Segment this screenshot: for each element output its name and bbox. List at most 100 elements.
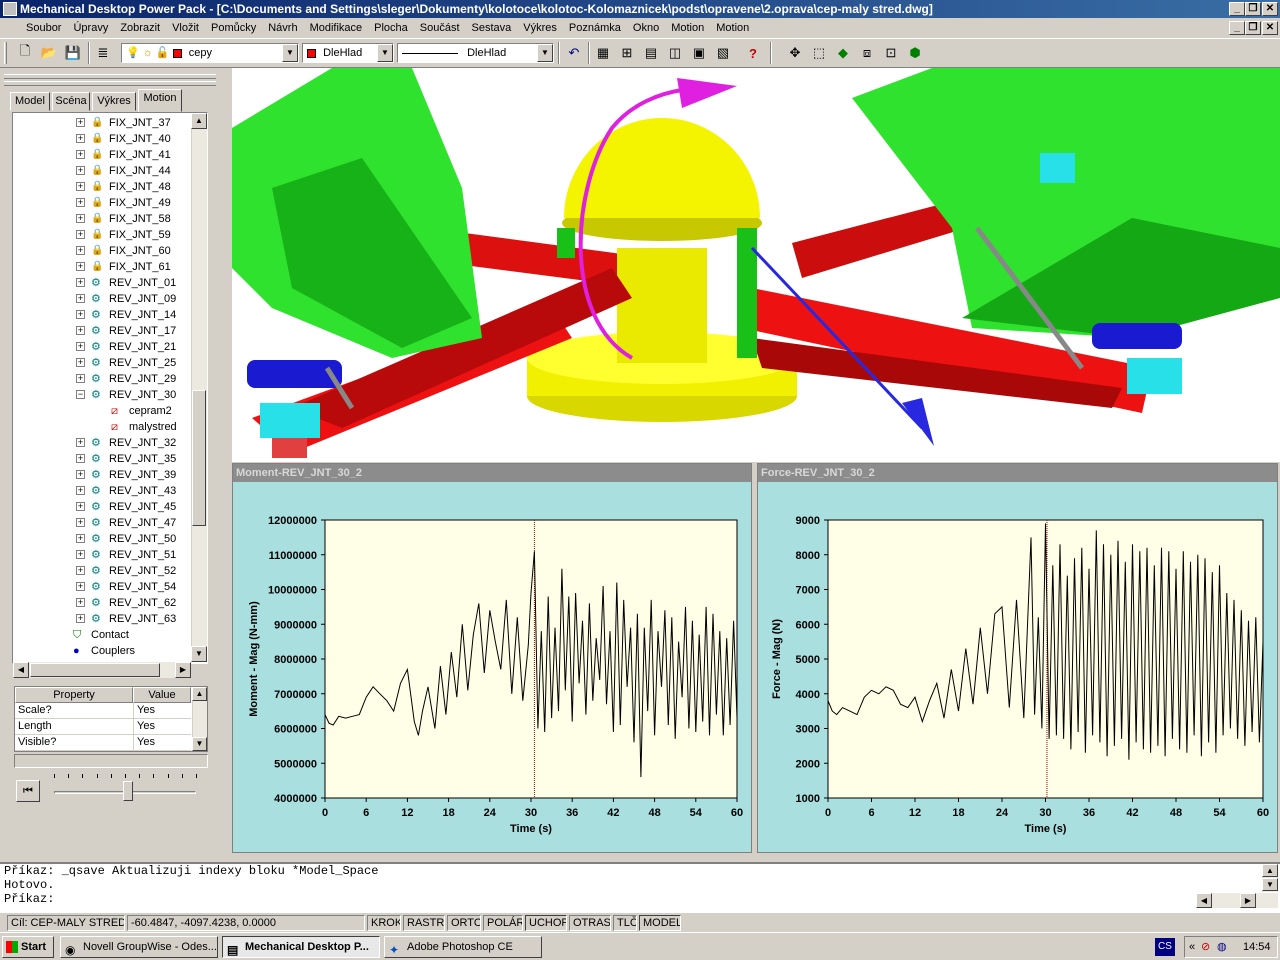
scroll-up-icon[interactable]: ▲: [1262, 864, 1278, 877]
tree-item[interactable]: + ⚙ REV_JNT_17: [13, 323, 191, 339]
panel-grip-2[interactable]: [4, 81, 216, 86]
expand-icon[interactable]: +: [76, 534, 85, 543]
tree-item[interactable]: + ⚙ REV_JNT_25: [13, 355, 191, 371]
tree-item[interactable]: + 🔒 FIX_JNT_49: [13, 195, 191, 211]
task-mechanical-desktop[interactable]: ▤ Mechanical Desktop P...: [222, 936, 380, 958]
menu-upravy[interactable]: Úpravy: [67, 19, 114, 37]
expand-icon[interactable]: +: [76, 246, 85, 255]
tab-vykres[interactable]: Výkres: [92, 92, 136, 111]
toolbar-grip[interactable]: [4, 42, 7, 64]
tree-item[interactable]: + ⚙ REV_JNT_52: [13, 563, 191, 579]
tree-item[interactable]: + ⚙ REV_JNT_63: [13, 611, 191, 627]
cube-icon[interactable]: ⬢: [904, 42, 926, 64]
tree-item[interactable]: + ⚙ REV_JNT_62: [13, 595, 191, 611]
moment-chart-window[interactable]: Moment-REV_JNT_30_2 0 6 12 18 24 30 36 42 48 54 60…: [232, 463, 752, 853]
zoom-window-icon[interactable]: ⬚: [808, 42, 830, 64]
language-indicator[interactable]: CS: [1155, 938, 1175, 956]
panel-grip[interactable]: [4, 74, 216, 79]
doc-minimize-button[interactable]: _: [1229, 21, 1245, 35]
status-polar[interactable]: POLÁR: [483, 915, 523, 931]
tree-item[interactable]: + 🔒 FIX_JNT_60: [13, 243, 191, 259]
tree-item[interactable]: ⧄ cepram2: [13, 403, 191, 419]
command-window[interactable]: Příkaz: _qsave Aktualizuji indexy bloku …: [0, 862, 1280, 912]
menu-navrh[interactable]: Návrh: [262, 19, 303, 37]
expand-icon[interactable]: +: [76, 310, 85, 319]
tab-scena[interactable]: Scéna: [52, 92, 90, 111]
chevron-down-icon[interactable]: ▼: [537, 44, 553, 62]
expand-icon[interactable]: +: [76, 230, 85, 239]
expand-icon[interactable]: +: [76, 214, 85, 223]
doc-restore-button[interactable]: ❐: [1245, 21, 1261, 35]
layer-manager-icon[interactable]: ≣: [92, 42, 114, 64]
collapse-icon[interactable]: −: [76, 390, 85, 399]
tray-app-icon[interactable]: ◍: [1217, 937, 1227, 957]
tree-hscroll-thumb[interactable]: [30, 663, 160, 677]
scroll-left-icon[interactable]: ◀: [13, 662, 29, 678]
expand-icon[interactable]: +: [76, 326, 85, 335]
tree-item[interactable]: + ⚙ REV_JNT_01: [13, 275, 191, 291]
expand-icon[interactable]: +: [76, 294, 85, 303]
status-orto[interactable]: ORTO: [447, 915, 481, 931]
task-groupwise[interactable]: ◉ Novell GroupWise - Odes...: [60, 936, 218, 958]
scroll-left-icon[interactable]: ◀: [1196, 893, 1212, 908]
tree-item[interactable]: ● Couplers: [13, 643, 191, 659]
model-viewport[interactable]: [232, 68, 1280, 462]
menu-plocha[interactable]: Plocha: [368, 19, 414, 37]
menu-sestava[interactable]: Sestava: [466, 19, 518, 37]
tree-item[interactable]: + ⚙ REV_JNT_45: [13, 499, 191, 515]
menu-okno[interactable]: Okno: [627, 19, 665, 37]
chevron-down-icon[interactable]: ▼: [282, 44, 298, 62]
tree-item[interactable]: + ⚙ REV_JNT_43: [13, 483, 191, 499]
restore-button[interactable]: ❐: [1245, 2, 1261, 16]
menu-pomucky[interactable]: Pomůcky: [205, 19, 262, 37]
layer-combo[interactable]: 💡 ☼ 🔓 cepy ▼: [121, 43, 299, 63]
scroll-down-icon[interactable]: ▼: [192, 737, 207, 751]
linetype-combo[interactable]: DleHlad ▼: [397, 43, 554, 63]
start-button[interactable]: Start: [2, 936, 54, 958]
color-combo[interactable]: DleHlad ▼: [302, 43, 394, 63]
prop-value[interactable]: Yes: [133, 735, 191, 751]
command-prompt[interactable]: Příkaz:: [4, 892, 1280, 906]
tree-item[interactable]: + ⚙ REV_JNT_54: [13, 579, 191, 595]
tree-item[interactable]: + 🔒 FIX_JNT_44: [13, 163, 191, 179]
status-otras[interactable]: OTRAS: [569, 915, 611, 931]
status-rastr[interactable]: RASTR: [403, 915, 445, 931]
close-button[interactable]: ✕: [1262, 2, 1278, 16]
status-model[interactable]: MODEL: [639, 915, 681, 931]
match-icon[interactable]: ⊞: [616, 42, 638, 64]
chevron-down-icon[interactable]: ▼: [377, 44, 393, 62]
save-icon[interactable]: 💾: [62, 42, 84, 64]
scroll-right-icon[interactable]: ▶: [175, 662, 191, 678]
tray-expand-icon[interactable]: «: [1189, 937, 1195, 957]
tree-item[interactable]: ⛉ Contact: [13, 627, 191, 643]
joint-icon[interactable]: ⊡: [880, 42, 902, 64]
status-uchop[interactable]: UCHOP: [525, 915, 567, 931]
prop-value[interactable]: Yes: [133, 703, 191, 719]
tree-item[interactable]: + ⚙ REV_JNT_09: [13, 291, 191, 307]
tree-item[interactable]: + 🔒 FIX_JNT_61: [13, 259, 191, 275]
scroll-up-icon[interactable]: ▲: [191, 113, 207, 129]
expand-icon[interactable]: +: [76, 598, 85, 607]
box-icon[interactable]: ⧈: [856, 42, 878, 64]
expand-icon[interactable]: +: [76, 582, 85, 591]
grid-icon[interactable]: ▤: [640, 42, 662, 64]
tree-vscrollbar[interactable]: [191, 113, 207, 661]
task-photoshop[interactable]: ✦ Adobe Photoshop CE: [384, 936, 542, 958]
scroll-down-icon[interactable]: ▼: [191, 646, 207, 662]
undo-icon[interactable]: ↶: [563, 42, 585, 64]
expand-icon[interactable]: +: [76, 486, 85, 495]
force-chart-window[interactable]: Force-REV_JNT_30_2 0 6 12 18 24 30 36 42 48 54 60 1…: [757, 463, 1278, 853]
expand-icon[interactable]: +: [76, 166, 85, 175]
tree-item[interactable]: + ⚙ REV_JNT_21: [13, 339, 191, 355]
pan-icon[interactable]: ✥: [784, 42, 806, 64]
minimize-button[interactable]: _: [1229, 2, 1245, 16]
rewind-button[interactable]: ⏮: [16, 780, 40, 802]
scroll-up-icon[interactable]: ▲: [192, 687, 207, 701]
render-icon[interactable]: ◫: [664, 42, 686, 64]
tree-item[interactable]: + 🔒 FIX_JNT_59: [13, 227, 191, 243]
tree-item[interactable]: + 🔒 FIX_JNT_37: [13, 115, 191, 131]
image-icon[interactable]: ▣: [688, 42, 710, 64]
menu-vykres[interactable]: Výkres: [517, 19, 563, 37]
tree-item[interactable]: + ⚙ REV_JNT_47: [13, 515, 191, 531]
calc-icon[interactable]: ▧: [712, 42, 734, 64]
